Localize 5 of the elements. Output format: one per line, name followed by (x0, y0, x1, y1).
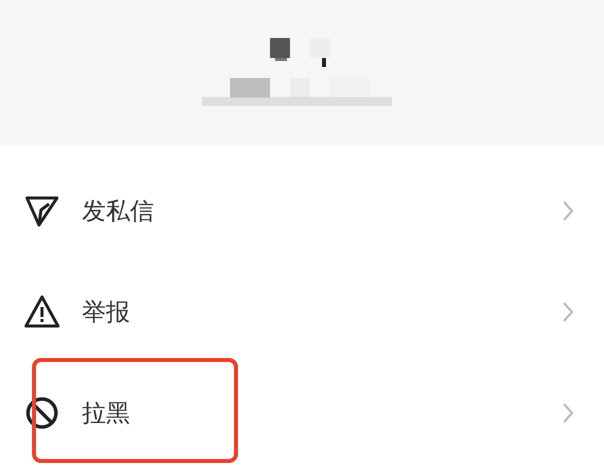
chevron-icon (562, 402, 574, 424)
chevron-icon (562, 300, 574, 322)
warning-icon (24, 294, 60, 330)
prohibited-icon (24, 394, 60, 430)
chevron-icon (562, 200, 574, 222)
